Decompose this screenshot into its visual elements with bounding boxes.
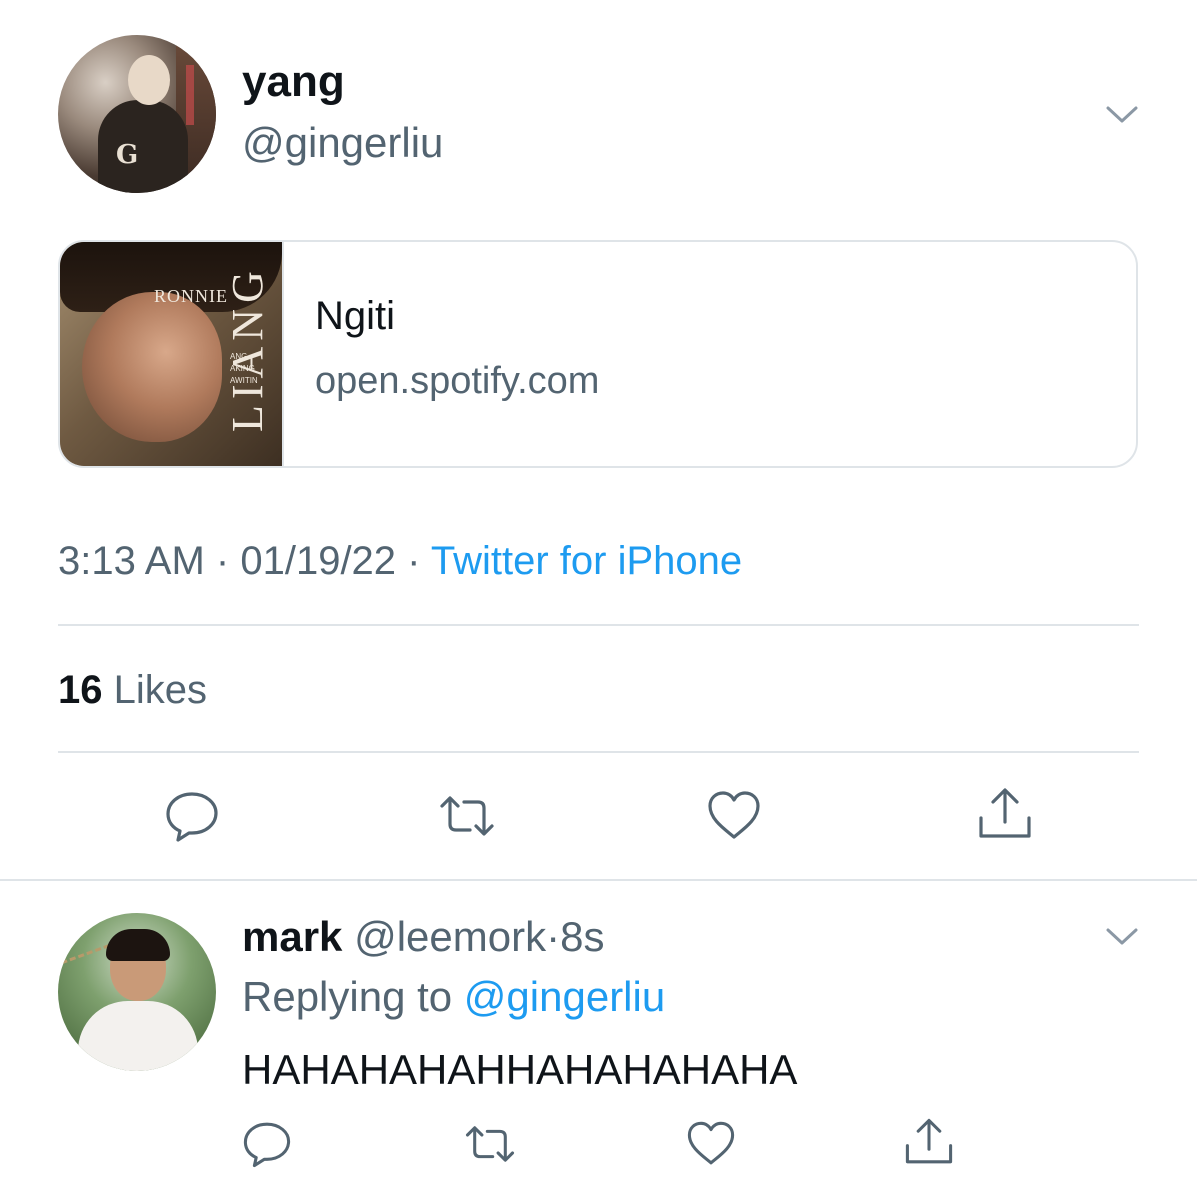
- tweet-date: 01/19/22: [240, 539, 397, 583]
- avatar-photo-figure: [78, 1001, 198, 1071]
- divider: [58, 624, 1139, 626]
- likes-count: 16: [58, 668, 103, 712]
- user-handle[interactable]: @leemork: [354, 913, 546, 960]
- tweet-text: HAHAHAHAHHAHAHAHAHA: [242, 1046, 798, 1093]
- card-thumbnail: RONNIE LIANG ANG AKING AWITIN: [60, 242, 284, 466]
- tweet-separator: [0, 879, 1197, 881]
- tweet-meta: 3:13 AM · 01/19/22 · Twitter for iPhone: [58, 541, 742, 581]
- tweet-time: 3:13 AM: [58, 539, 205, 583]
- thumbnail-album-line3: AWITIN: [230, 376, 258, 385]
- retweet-icon[interactable]: [437, 786, 497, 846]
- thumbnail-artist-first: RONNIE: [154, 286, 228, 306]
- reply-icon[interactable]: [240, 1117, 294, 1171]
- likes-label: Likes: [113, 668, 208, 712]
- meta-separator: ·: [407, 539, 421, 583]
- thumbnail-artist-last: LIANG: [223, 265, 272, 432]
- user-handle[interactable]: @gingerliu: [242, 122, 443, 164]
- like-icon[interactable]: [684, 1117, 738, 1171]
- card-domain: open.spotify.com: [315, 360, 600, 402]
- thumbnail-album-line2: AKING: [230, 364, 255, 373]
- avatar[interactable]: G: [58, 35, 216, 193]
- share-icon[interactable]: [975, 784, 1035, 844]
- meta-separator: ·: [546, 913, 561, 960]
- tweet-age[interactable]: 8s: [560, 913, 604, 960]
- retweet-icon[interactable]: [463, 1117, 517, 1171]
- chevron-down-icon[interactable]: [1105, 926, 1139, 946]
- likes-stat[interactable]: 16 Likes: [58, 670, 207, 710]
- thumbnail-album-line1: ANG: [230, 352, 248, 361]
- link-card[interactable]: RONNIE LIANG ANG AKING AWITIN Ngiti open…: [58, 240, 1138, 468]
- like-icon[interactable]: [704, 786, 764, 846]
- replying-prefix: Replying to: [242, 973, 453, 1020]
- avatar-photo-head: [128, 55, 170, 105]
- divider: [58, 751, 1139, 753]
- display-name[interactable]: mark: [242, 913, 342, 960]
- reply-icon[interactable]: [162, 786, 222, 846]
- share-icon[interactable]: [902, 1115, 956, 1169]
- thumbnail-face: [82, 292, 222, 442]
- avatar-photo-figure: [98, 100, 188, 193]
- meta-separator: ·: [215, 539, 230, 583]
- reply-header: mark @leemork·8s: [242, 916, 604, 958]
- avatar-photo-hair: [106, 929, 170, 961]
- avatar[interactable]: [58, 913, 216, 1071]
- replying-to-link[interactable]: @gingerliu: [464, 973, 665, 1020]
- card-title: Ngiti: [315, 294, 396, 338]
- chevron-down-icon[interactable]: [1105, 104, 1139, 124]
- replying-to: Replying to @gingerliu: [242, 976, 665, 1018]
- avatar-photo-light: [186, 65, 194, 125]
- tweet-source-link[interactable]: Twitter for iPhone: [431, 539, 742, 583]
- display-name[interactable]: yang: [242, 60, 345, 104]
- avatar-photo-letter: G: [116, 140, 139, 170]
